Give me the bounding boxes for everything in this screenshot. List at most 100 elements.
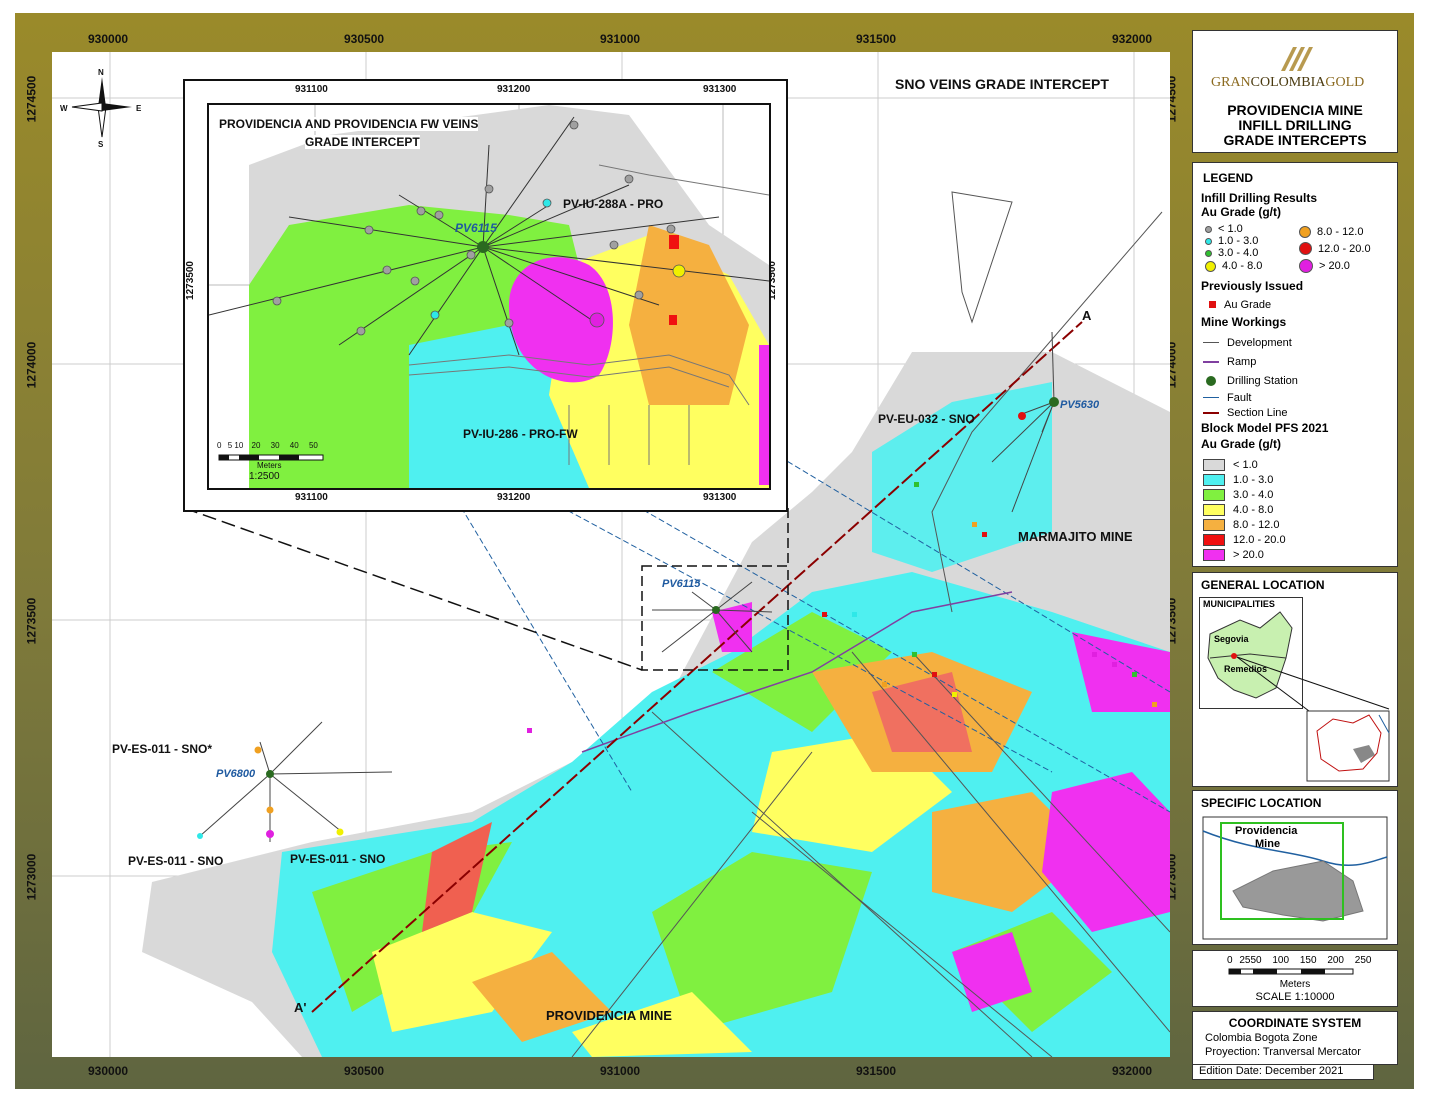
- providencia-location-line2: Mine: [1255, 838, 1281, 850]
- inset-map-panel: 931100 931200 931300 931100 931200 93130…: [183, 79, 788, 512]
- general-location-graphic: [1236, 656, 1390, 782]
- inset-coord-bottom-1: 931200: [497, 492, 531, 503]
- coord-x-top-3: 931500: [856, 32, 897, 46]
- block-class-5: 12.0 - 20.0: [1203, 532, 1286, 547]
- block-class-2: 3.0 - 4.0: [1203, 487, 1286, 502]
- block-class-6: > 20.0: [1203, 547, 1286, 562]
- title-panel: GRANCOLOMBIAGOLD PROVIDENCIA MINE INFILL…: [1192, 30, 1398, 153]
- coord-x-top-1: 930500: [344, 32, 385, 46]
- providencia-location-line1: Providencia: [1235, 825, 1298, 837]
- coordinate-system-line2: Proyection: Tranversal Mercator: [1205, 1046, 1361, 1058]
- edition-date: Edition Date: December 2021: [1199, 1065, 1344, 1077]
- coordinate-system-panel: COORDINATE SYSTEM Colombia Bogota Zone P…: [1192, 1011, 1398, 1065]
- inset-coord-top-1: 931200: [497, 84, 531, 95]
- legend-block-sub: Au Grade (g/t): [1201, 437, 1281, 451]
- compass-e: E: [136, 104, 142, 113]
- inset-station-label: PV6115: [455, 221, 497, 235]
- map-title: SNO VEINS GRADE INTERCEPT: [895, 76, 1109, 92]
- infill-class-1: 1.0 - 3.0: [1205, 235, 1262, 247]
- inset-scale-ratio: 1:2500: [249, 471, 280, 482]
- infill-class-4: 8.0 - 12.0: [1299, 223, 1371, 240]
- section-label-a: A: [1082, 308, 1092, 323]
- inset-hole-label-288a: PV-IU-288A - PRO: [563, 197, 664, 211]
- panel-title-line2: INFILL DRILLING: [1238, 117, 1352, 133]
- coord-y-left-1: 1274000: [24, 341, 39, 389]
- drilling-station-pv6115: [477, 241, 489, 253]
- coordinate-system-line1: Colombia Bogota Zone: [1205, 1032, 1318, 1044]
- scale-panel: 0 2550 100 150 200 250 Meters SCALE 1:10…: [1192, 950, 1398, 1007]
- section-label-a-prime: A': [294, 1000, 307, 1015]
- general-location-panel: GENERAL LOCATION MUNICIPALITIES Segovia …: [1192, 572, 1398, 787]
- coordinate-system-title: COORDINATE SYSTEM: [1228, 1016, 1362, 1030]
- company-logo: GRANCOLOMBIAGOLD: [1211, 75, 1365, 90]
- inset-map[interactable]: PROVIDENCIA AND PROVIDENCIA FW VEINS GRA…: [207, 103, 771, 490]
- marmajito-mine-label: MARMAJITO MINE: [1018, 529, 1133, 544]
- infill-class-list-b: 8.0 - 12.0 12.0 - 20.0 > 20.0: [1299, 223, 1371, 274]
- infill-class-list-a: < 1.0 1.0 - 3.0 3.0 - 4.0 4.0 - 8.0: [1205, 223, 1262, 273]
- coord-y-left-3: 1273000: [24, 853, 39, 901]
- legend-infill-title: Infill Drilling Results: [1201, 191, 1318, 205]
- compass-n: N: [98, 68, 104, 77]
- compass-w: W: [60, 104, 68, 113]
- infill-class-5: 12.0 - 20.0: [1299, 240, 1371, 257]
- block-class-0: < 1.0: [1203, 457, 1286, 472]
- scale-ratio: SCALE 1:10000: [1255, 991, 1335, 1003]
- legend-section-line: Section Line: [1203, 405, 1298, 420]
- hole-label-es011-right: PV-ES-011 - SNO: [290, 852, 386, 866]
- coord-x-top-4: 932000: [1112, 32, 1153, 46]
- station-label-pv6115: PV6115: [662, 578, 701, 590]
- specific-location-graphic: [1202, 816, 1388, 940]
- coord-x-bottom-2: 931000: [600, 1064, 641, 1078]
- legend-panel: LEGEND Infill Drilling Results Au Grade …: [1192, 162, 1398, 567]
- hole-label-es011-star: PV-ES-011 - SNO*: [112, 742, 213, 756]
- providencia-mine-label: PROVIDENCIA MINE: [546, 1008, 672, 1023]
- coord-x-bottom-4: 932000: [1112, 1064, 1153, 1078]
- coord-x-top-0: 930000: [88, 32, 129, 46]
- legend-workings-title: Mine Workings: [1201, 315, 1287, 329]
- infill-class-6: > 20.0: [1299, 257, 1371, 274]
- coord-y-left-2: 1273500: [24, 597, 39, 645]
- panel-title-line3: GRADE INTERCEPTS: [1223, 132, 1367, 148]
- legend-development: Development: [1203, 333, 1298, 352]
- legend-prev-title: Previously Issued: [1201, 279, 1304, 293]
- legend-block-title: Block Model PFS 2021: [1201, 421, 1329, 435]
- legend-fault: Fault: [1203, 390, 1298, 405]
- inset-title-line1: PROVIDENCIA AND PROVIDENCIA FW VEINS: [219, 117, 479, 131]
- compass-s: S: [98, 140, 104, 149]
- coord-x-bottom-3: 931500: [856, 1064, 897, 1078]
- infill-class-0: < 1.0: [1205, 223, 1262, 235]
- infill-class-3: 4.0 - 8.0: [1205, 259, 1262, 273]
- panel-title-line1: PROVIDENCIA MINE: [1227, 102, 1363, 118]
- inset-coord-top-0: 931100: [295, 84, 328, 95]
- coord-x-top-2: 931000: [600, 32, 641, 46]
- inset-coord-left: 1273500: [184, 261, 196, 300]
- inset-title-line2: GRADE INTERCEPT: [305, 135, 420, 149]
- coord-y-left-0: 1274500: [24, 75, 39, 123]
- north-arrow-icon: [71, 77, 132, 138]
- block-class-1: 1.0 - 3.0: [1203, 472, 1286, 487]
- block-class-list: < 1.0 1.0 - 3.0 3.0 - 4.0 4.0 - 8.0 8.0 …: [1203, 457, 1286, 562]
- coord-x-bottom-1: 930500: [344, 1064, 385, 1078]
- scale-unit: Meters: [1279, 979, 1311, 990]
- inset-hole-label-286: PV-IU-286 - PRO-FW: [463, 427, 578, 441]
- inset-coord-top-2: 931300: [703, 84, 737, 95]
- legend-title: LEGEND: [1203, 171, 1254, 185]
- inset-scale-ticks: 0 5 10 20 30 40 50: [217, 441, 318, 450]
- inset-scale-unit: Meters: [257, 461, 282, 470]
- inset-coord-bottom-2: 931300: [703, 492, 737, 503]
- legend-drilling-station: Drilling Station: [1203, 371, 1298, 390]
- hole-label-es011-left: PV-ES-011 - SNO: [128, 854, 224, 868]
- legend-ramp: Ramp: [1203, 352, 1298, 371]
- specific-location-panel: SPECIFIC LOCATION Providencia Mine: [1192, 790, 1398, 945]
- coord-x-bottom-0: 930000: [88, 1064, 129, 1078]
- legend-infill-sub: Au Grade (g/t): [1201, 205, 1281, 219]
- drilling-station-pv5630: [1049, 397, 1059, 407]
- hole-label-eu032: PV-EU-032 - SNO: [878, 412, 975, 426]
- station-label-pv6800: PV6800: [216, 768, 256, 780]
- block-class-4: 8.0 - 12.0: [1203, 517, 1286, 532]
- inset-coord-bottom-0: 931100: [295, 492, 328, 503]
- station-label-pv5630: PV5630: [1060, 399, 1100, 411]
- infill-class-2: 3.0 - 4.0: [1205, 247, 1262, 259]
- workings-list: Development Ramp Drilling Station Fault …: [1203, 333, 1298, 420]
- legend-prev-item: Au Grade: [1209, 297, 1271, 312]
